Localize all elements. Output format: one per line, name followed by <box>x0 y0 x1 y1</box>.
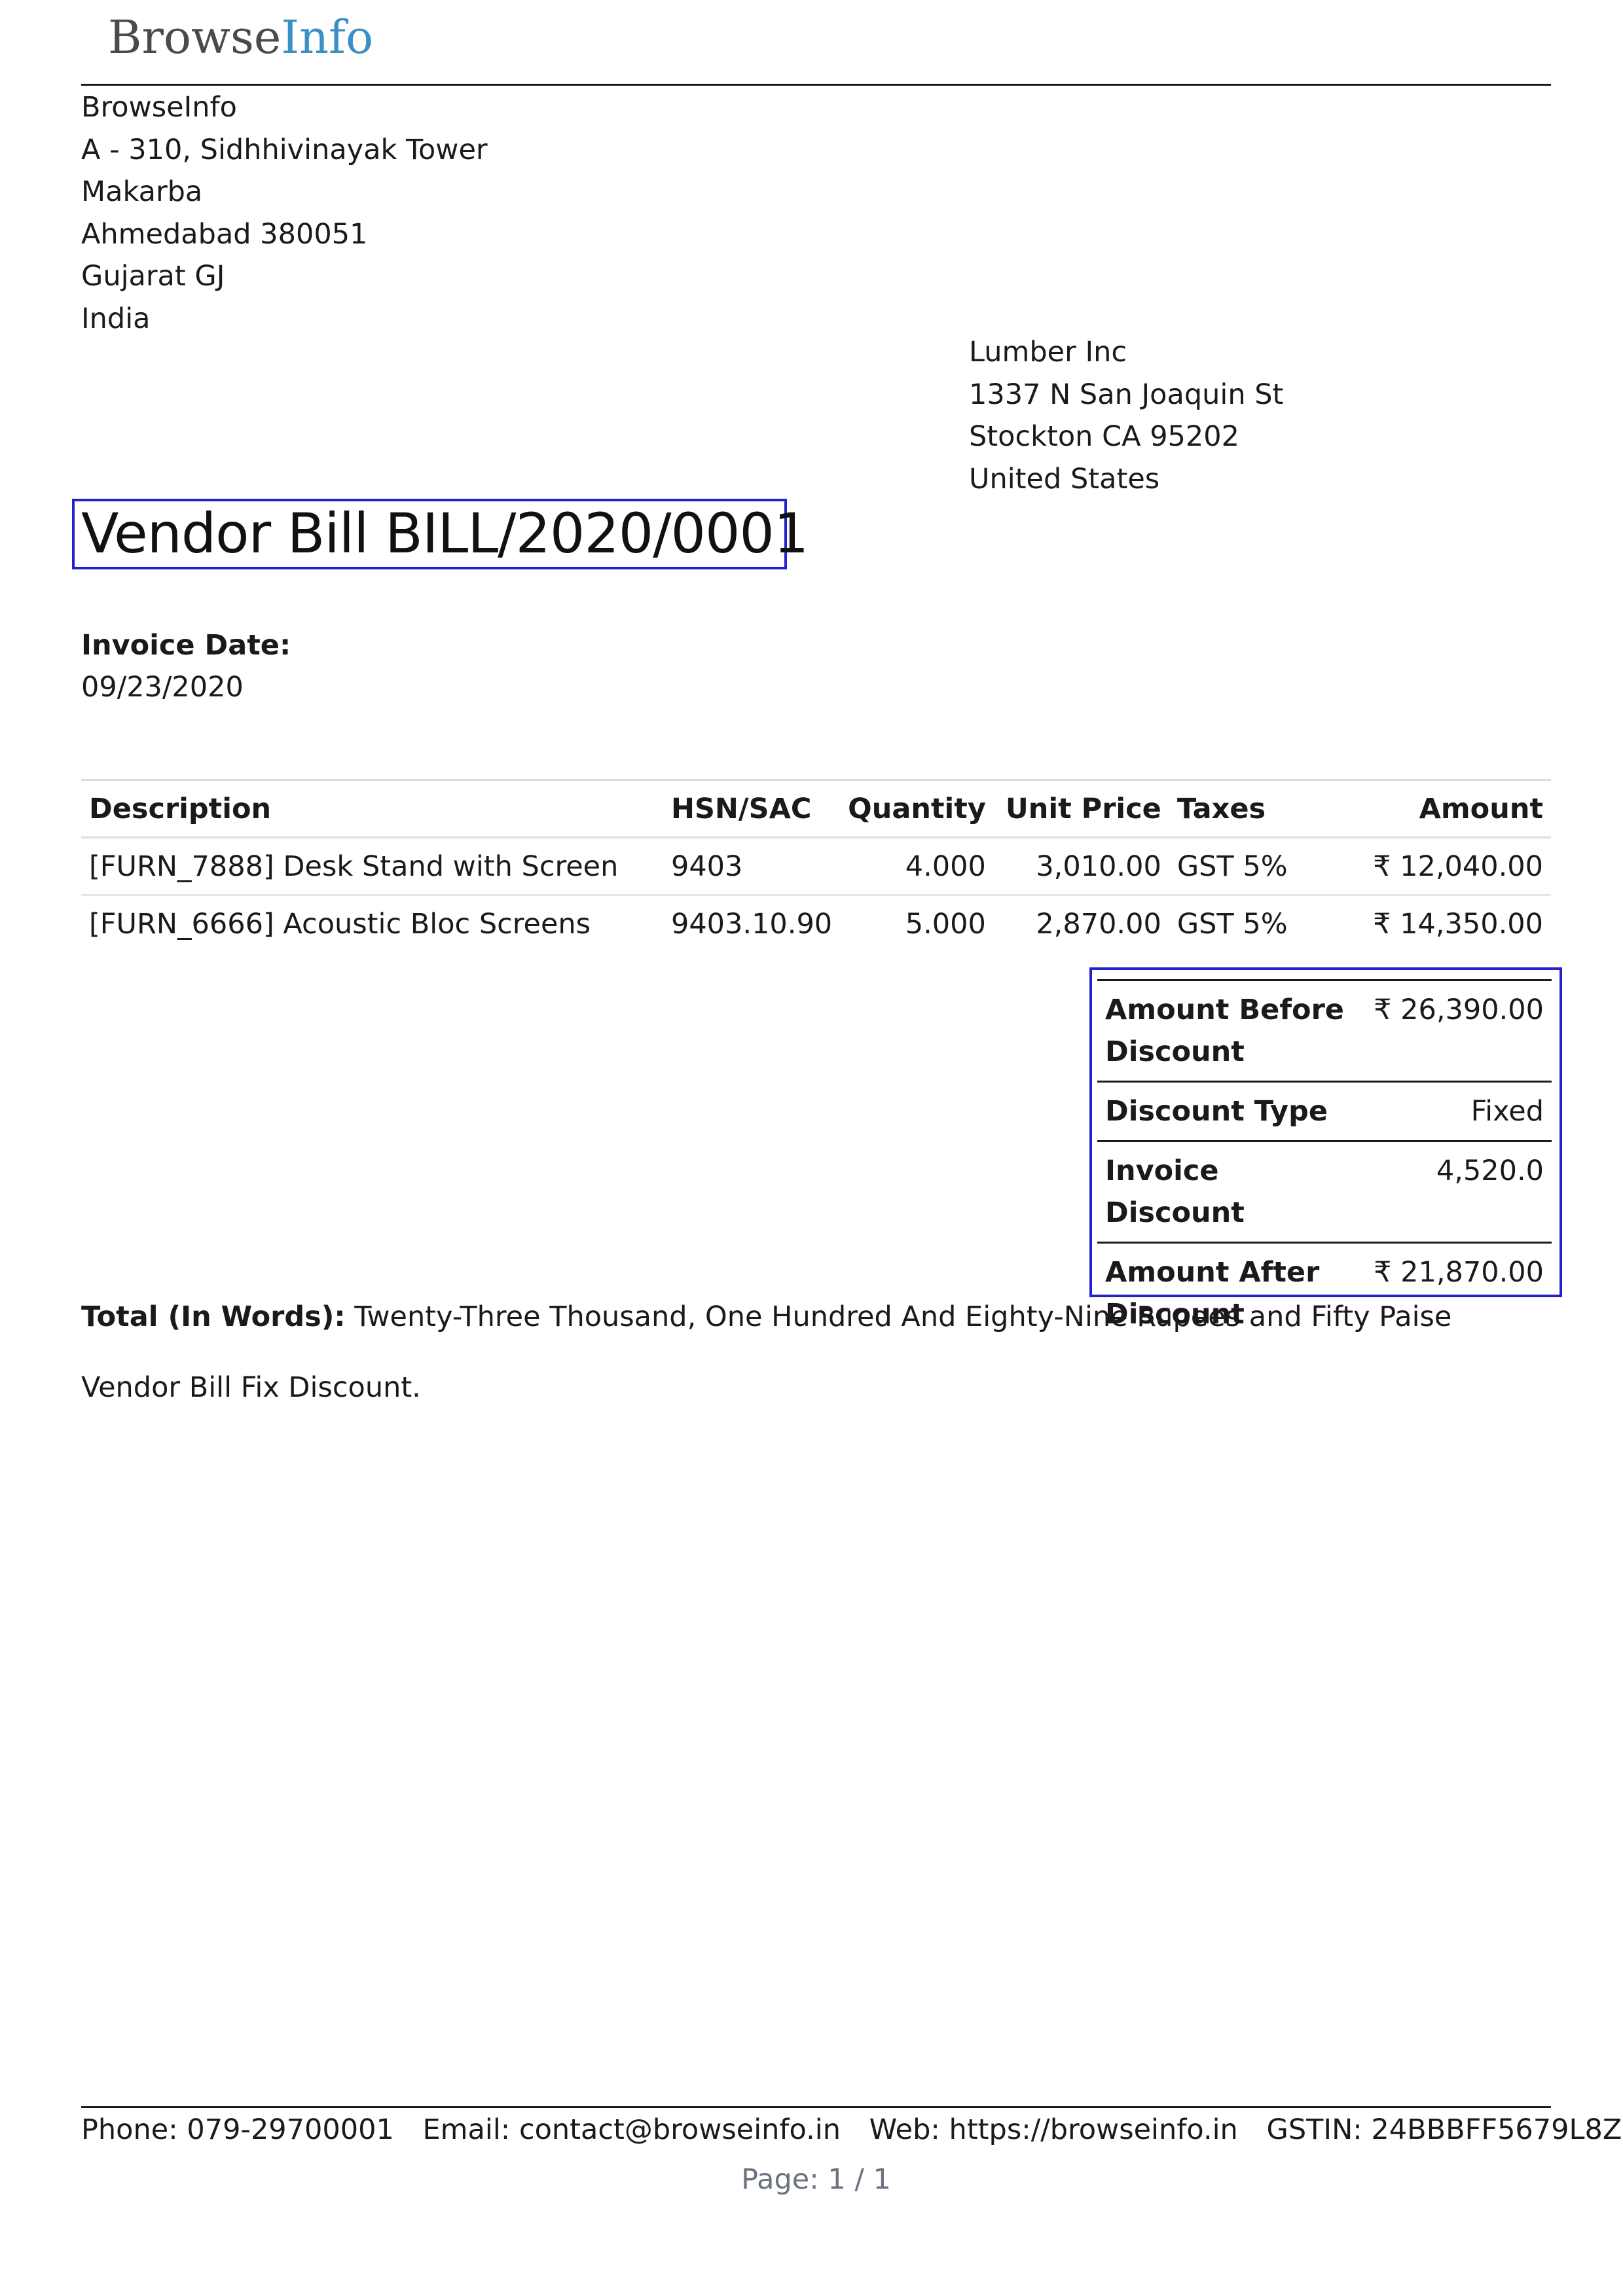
line-quantity: 4.000 <box>905 850 986 883</box>
totals-table: Amount Before Discount ₹ 26,390.00 Discou… <box>1097 979 1552 1343</box>
amount-before-discount-label: Amount Before Discount <box>1097 980 1359 1082</box>
header-unit-price: Unit Price <box>1005 792 1161 825</box>
footer-web: Web: https://browseinfo.in <box>869 2113 1238 2146</box>
table-row: [FURN_7888] Desk Stand with Screen 9403 … <box>81 838 1551 895</box>
company-area: Makarba <box>81 175 203 208</box>
footer-email: Email: contact@browseinfo.in <box>422 2113 841 2146</box>
invoice-date-label: Invoice Date: <box>81 629 291 662</box>
table-row: [FURN_6666] Acoustic Bloc Screens 9403.1… <box>81 895 1551 953</box>
table-header-row: Description HSN/SAC Quantity Unit Price … <box>81 780 1551 838</box>
line-hsn: 9403 <box>670 850 743 883</box>
line-taxes: GST 5% <box>1176 850 1288 883</box>
vendor-street: 1337 N San Joaquin St <box>969 378 1284 411</box>
vendor-country: United States <box>969 462 1160 495</box>
header-taxes: Taxes <box>1176 792 1266 825</box>
document-page: BrowseInfo BrowseInfo A - 310, Sidhhivin… <box>0 0 1623 2296</box>
line-description: [FURN_7888] Desk Stand with Screen <box>89 850 619 883</box>
footer-divider <box>81 2106 1551 2108</box>
invoice-date-value: 09/23/2020 <box>81 671 244 704</box>
line-amount: ₹ 14,350.00 <box>1373 908 1543 941</box>
vendor-address: Lumber Inc 1337 N San Joaquin St Stockto… <box>969 331 1283 500</box>
totals-row-amount-before: Amount Before Discount ₹ 26,390.00 <box>1097 980 1552 1082</box>
discount-type-value: Fixed <box>1470 1095 1544 1128</box>
logo-text-browse: Browse <box>108 10 282 64</box>
amount-before-label-line1: Amount Before <box>1105 994 1344 1026</box>
footer-contacts: Phone: 079-29700001 Email: contact@brows… <box>81 2109 1623 2151</box>
bill-note: Vendor Bill Fix Discount. <box>81 1371 421 1404</box>
company-state: Gujarat GJ <box>81 260 225 293</box>
header-divider <box>81 84 1551 86</box>
logo-text-info: Info <box>281 10 374 64</box>
company-logo: BrowseInfo <box>108 8 373 67</box>
amount-before-label-line2: Discount <box>1105 1035 1245 1068</box>
page-number: Page: 1 / 1 <box>741 2163 891 2196</box>
company-address: BrowseInfo A - 310, Sidhhivinayak Tower … <box>81 86 488 340</box>
document-title: Vendor Bill BILL/2020/0001 <box>81 501 809 565</box>
invoice-discount-value: 4,520.0 <box>1436 1155 1544 1187</box>
invoice-lines-table: Description HSN/SAC Quantity Unit Price … <box>81 779 1551 953</box>
vendor-city: Stockton CA 95202 <box>969 420 1239 453</box>
company-name: BrowseInfo <box>81 91 237 124</box>
header-description: Description <box>89 792 272 825</box>
vendor-name: Lumber Inc <box>969 336 1127 368</box>
footer-phone: Phone: 079-29700001 <box>81 2113 394 2146</box>
line-description: [FURN_6666] Acoustic Bloc Screens <box>89 908 591 941</box>
invoice-discount-label: Invoice Discount <box>1105 1155 1245 1229</box>
line-unit-price: 2,870.00 <box>1036 908 1161 941</box>
company-city: Ahmedabad 380051 <box>81 217 368 251</box>
totals-row-discount-type: Discount Type Fixed <box>1097 1081 1552 1141</box>
totals-row-invoice-discount: Invoice Discount 4,520.0 <box>1097 1141 1552 1243</box>
total-in-words: Total (In Words): Twenty-Three Thousand,… <box>81 1296 1451 1338</box>
line-quantity: 5.000 <box>905 908 986 941</box>
amount-after-label-line1: Amount After <box>1105 1256 1320 1289</box>
company-country: India <box>81 302 151 335</box>
header-amount: Amount <box>1419 792 1543 825</box>
header-quantity: Quantity <box>848 792 986 825</box>
line-hsn: 9403.10.90 <box>670 908 833 941</box>
total-in-words-label: Total (In Words): <box>81 1300 346 1333</box>
discount-type-label: Discount Type <box>1105 1095 1328 1128</box>
header-hsn: HSN/SAC <box>670 792 812 825</box>
line-taxes: GST 5% <box>1176 908 1288 941</box>
total-in-words-value: Twenty-Three Thousand, One Hundred And E… <box>354 1300 1452 1333</box>
footer-gstin: GSTIN: 24BBBFF5679L8ZR <box>1266 2113 1623 2146</box>
company-street: A - 310, Sidhhivinayak Tower <box>81 133 488 166</box>
line-amount: ₹ 12,040.00 <box>1373 850 1543 883</box>
line-unit-price: 3,010.00 <box>1036 850 1161 883</box>
amount-before-discount-value: ₹ 26,390.00 <box>1374 994 1544 1026</box>
